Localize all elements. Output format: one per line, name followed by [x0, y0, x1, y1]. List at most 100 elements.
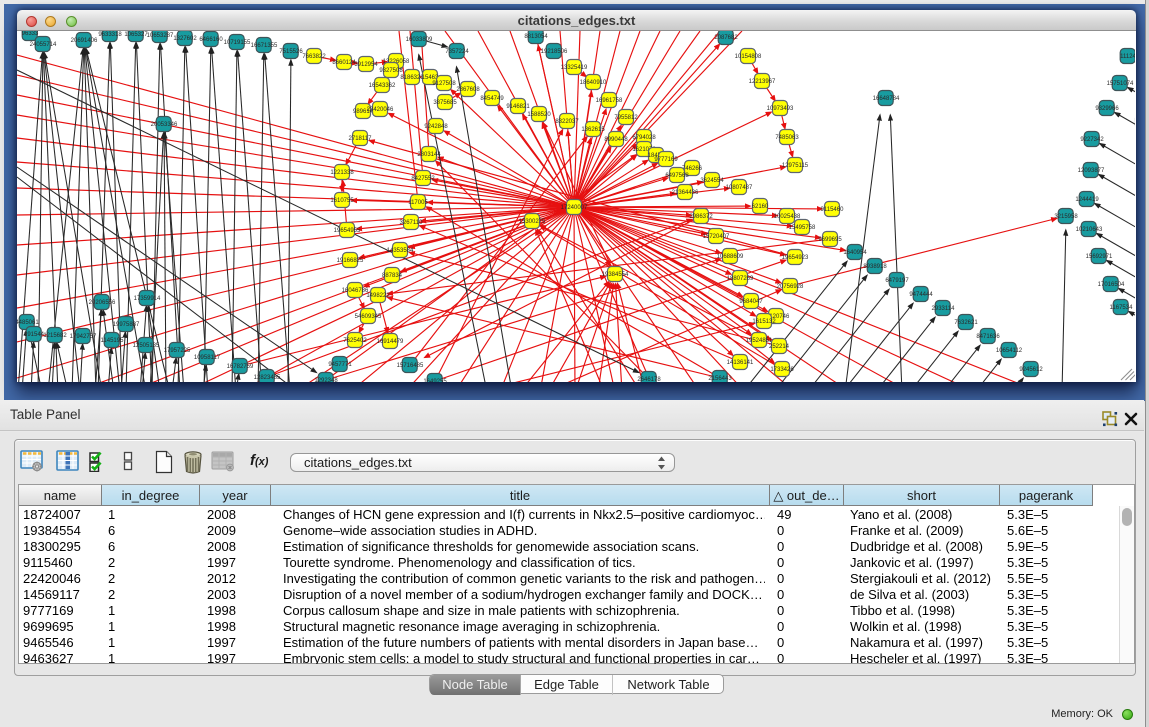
svg-text:12823485: 12823485 — [254, 375, 281, 381]
svg-text:2933114: 2933114 — [932, 306, 956, 312]
svg-text:19654923: 19654923 — [782, 255, 809, 261]
svg-text:3912954: 3912954 — [354, 62, 378, 68]
svg-text:252214: 252214 — [769, 344, 790, 350]
svg-text:1362615: 1362615 — [581, 127, 605, 133]
svg-text:9457771: 9457771 — [328, 362, 352, 368]
svg-text:8427552: 8427552 — [411, 176, 435, 182]
svg-text:9329966: 9329966 — [1095, 106, 1119, 112]
svg-text:2646178: 2646178 — [637, 377, 661, 382]
svg-text:3267110: 3267110 — [400, 220, 424, 226]
svg-text:16961758: 16961758 — [596, 98, 623, 104]
svg-text:16914479: 16914479 — [377, 339, 404, 345]
svg-text:17359914: 17359914 — [134, 296, 161, 302]
svg-text:16648784: 16648784 — [873, 96, 900, 102]
svg-text:16046786: 16046786 — [342, 288, 369, 294]
svg-text:1733426: 1733426 — [770, 367, 794, 373]
svg-text:19384554: 19384554 — [602, 272, 629, 278]
svg-text:1610755: 1610755 — [330, 198, 354, 204]
svg-text:9127508: 9127508 — [432, 81, 456, 87]
svg-text:9684047: 9684047 — [739, 299, 763, 305]
svg-text:746266: 746266 — [682, 166, 703, 172]
svg-text:117005: 117005 — [408, 200, 428, 206]
svg-text:391544: 391544 — [24, 332, 45, 338]
svg-text:8454749: 8454749 — [480, 96, 504, 102]
svg-text:10025438: 10025438 — [774, 214, 801, 220]
svg-text:10807487: 10807487 — [726, 185, 753, 191]
svg-text:2986372: 2986372 — [689, 214, 713, 220]
svg-text:16033809: 16033809 — [406, 37, 433, 43]
svg-text:16671355: 16671355 — [251, 43, 278, 49]
svg-text:1588520: 1588520 — [527, 112, 551, 118]
svg-text:7632621: 7632621 — [954, 320, 978, 326]
svg-text:1498222: 1498222 — [366, 293, 390, 299]
svg-text:7515526: 7515526 — [279, 49, 303, 55]
svg-text:15751074: 15751074 — [1107, 81, 1134, 87]
svg-text:14136141: 14136141 — [727, 360, 754, 366]
svg-text:9474444: 9474444 — [909, 292, 933, 298]
svg-text:9115460: 9115460 — [821, 207, 845, 213]
svg-text:2087682: 2087682 — [714, 35, 738, 41]
svg-text:20206556: 20206556 — [89, 300, 116, 306]
svg-text:2803144: 2803144 — [417, 152, 441, 158]
svg-text:15720407: 15720407 — [703, 234, 730, 240]
svg-text:7357224: 7357224 — [445, 49, 469, 55]
svg-text:24055714: 24055714 — [30, 42, 57, 48]
svg-text:9242848: 9242848 — [424, 124, 448, 130]
svg-text:3624554: 3624554 — [700, 178, 724, 184]
svg-text:10654112: 10654112 — [996, 348, 1023, 354]
svg-text:10958117: 10958117 — [194, 355, 221, 361]
svg-text:16543362: 16543362 — [369, 83, 396, 89]
svg-text:8660124: 8660124 — [332, 60, 356, 66]
svg-text:8322037: 8322037 — [555, 119, 579, 125]
svg-text:11124: 11124 — [1120, 54, 1135, 60]
svg-text:1649255: 1649255 — [423, 379, 447, 382]
svg-text:9227342: 9227342 — [1080, 137, 1104, 143]
svg-text:1167534: 1167534 — [1110, 305, 1134, 311]
svg-text:19166825: 19166825 — [337, 258, 364, 264]
svg-text:6479197: 6479197 — [885, 278, 909, 284]
svg-text:15716485: 15716485 — [397, 363, 424, 369]
svg-text:1215682: 1215682 — [43, 333, 67, 339]
svg-text:13325419: 13325419 — [561, 65, 588, 71]
svg-text:8938918: 8938918 — [863, 264, 887, 270]
svg-text:8471636: 8471636 — [976, 334, 1000, 340]
svg-text:10210643: 10210643 — [1076, 227, 1103, 233]
svg-text:7485063: 7485063 — [775, 135, 799, 141]
svg-text:17942757: 17942757 — [70, 334, 97, 340]
svg-text:17240007: 17240007 — [561, 205, 588, 211]
svg-text:12213967: 12213967 — [749, 79, 776, 85]
svg-text:9777169: 9777169 — [654, 157, 678, 163]
svg-text:2156443: 2156443 — [708, 376, 732, 382]
svg-text:23420046: 23420046 — [367, 107, 394, 113]
svg-text:10154808: 10154808 — [735, 54, 762, 60]
svg-text:21364436: 21364436 — [672, 190, 699, 196]
svg-text:9245612: 9245612 — [1019, 367, 1043, 373]
svg-text:3215958: 3215958 — [1054, 214, 1078, 220]
svg-text:8990448: 8990448 — [604, 137, 628, 143]
svg-text:62160: 62160 — [752, 204, 769, 210]
svg-text:12505135: 12505135 — [133, 343, 160, 349]
svg-text:19654955: 19654955 — [334, 228, 361, 234]
svg-text:6497568: 6497568 — [665, 173, 689, 179]
svg-text:8813054: 8813054 — [524, 34, 548, 40]
svg-text:2867608: 2867608 — [456, 87, 480, 93]
svg-text:16782759: 16782759 — [227, 364, 254, 370]
svg-text:2718117: 2718117 — [349, 136, 373, 142]
svg-text:7955812: 7955812 — [614, 115, 638, 121]
svg-text:17957225: 17957225 — [164, 348, 191, 354]
svg-text:1221338: 1221338 — [330, 170, 354, 176]
svg-text:887834: 887834 — [382, 273, 403, 279]
svg-text:54609345: 54609345 — [355, 314, 382, 320]
svg-text:4485061: 4485061 — [17, 320, 39, 326]
svg-text:1327602: 1327602 — [173, 36, 197, 42]
svg-text:3875685: 3875685 — [433, 100, 457, 106]
svg-text:1292348: 1292348 — [314, 378, 338, 382]
svg-text:20756928: 20756928 — [777, 284, 804, 290]
svg-text:19218506: 19218506 — [541, 49, 568, 55]
svg-text:10719155: 10719155 — [224, 40, 251, 46]
svg-text:6794028: 6794028 — [632, 135, 656, 141]
svg-text:96333: 96333 — [22, 31, 39, 37]
svg-text:1065327: 1065327 — [124, 32, 148, 38]
svg-text:18640910: 18640910 — [580, 80, 607, 86]
svg-text:9327508: 9327508 — [379, 68, 403, 74]
